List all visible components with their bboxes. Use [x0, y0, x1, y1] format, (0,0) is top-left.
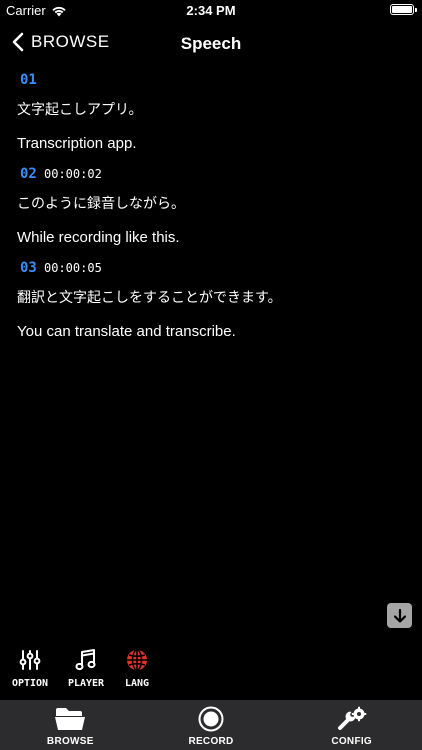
- sliders-icon: [0, 648, 60, 672]
- entry-header: 03 00:00:05: [0, 254, 422, 282]
- entry-timestamp: 00:00:05: [44, 261, 102, 275]
- lang-button[interactable]: LANG: [107, 648, 167, 689]
- option-button[interactable]: OPTION: [0, 648, 60, 689]
- folder-icon: [54, 705, 86, 733]
- clock: 2:34 PM: [186, 3, 236, 18]
- transcript-list[interactable]: 01 文字起こしアプリ。 Transcription app. 02 00:00…: [0, 66, 422, 348]
- wrench-gear-icon: [337, 705, 367, 733]
- lang-label: LANG: [124, 678, 150, 689]
- entry-number: 03: [20, 260, 37, 276]
- tab-label: RECORD: [188, 736, 234, 747]
- tab-label: CONFIG: [331, 736, 373, 747]
- navigation-bar: BROWSE Speech: [0, 22, 422, 66]
- tab-record[interactable]: RECORD: [141, 700, 282, 750]
- option-label: OPTION: [11, 678, 49, 689]
- entry-header: 01: [0, 66, 422, 94]
- original-text: 翻訳と文字起こしをすることができます。: [17, 290, 282, 306]
- original-text: このように録音しながら。: [17, 196, 185, 212]
- entry-number: 02: [20, 166, 37, 182]
- entry-header: 02 00:00:02: [0, 160, 422, 188]
- tab-browse[interactable]: BROWSE: [0, 700, 141, 750]
- battery-tip: [415, 8, 417, 12]
- entry-number: 01: [20, 72, 37, 88]
- tab-bar: BROWSE RECORD CONFIG: [0, 700, 422, 750]
- translated-text: While recording like this.: [17, 229, 180, 246]
- battery-icon: [390, 4, 414, 15]
- tab-label: BROWSE: [46, 736, 94, 747]
- tab-config[interactable]: CONFIG: [281, 700, 422, 750]
- record-icon: [198, 705, 224, 733]
- scroll-to-bottom-button[interactable]: [387, 603, 412, 628]
- transcript-entry: 01 文字起こしアプリ。 Transcription app.: [0, 66, 422, 160]
- arrow-down-icon: [393, 608, 406, 623]
- transcript-entry: 03 00:00:05 翻訳と文字起こしをすることができます。 You can …: [0, 254, 422, 348]
- globe-icon: [107, 648, 167, 672]
- translated-text: You can translate and transcribe.: [17, 323, 236, 340]
- original-text: 文字起こしアプリ。: [17, 102, 143, 118]
- page-title: Speech: [180, 34, 242, 53]
- entry-timestamp: 00:00:02: [44, 167, 102, 181]
- status-bar: Carrier 2:34 PM: [0, 0, 422, 22]
- transcript-entry: 02 00:00:02 このように録音しながら。 While recording…: [0, 160, 422, 254]
- translated-text: Transcription app.: [17, 135, 137, 152]
